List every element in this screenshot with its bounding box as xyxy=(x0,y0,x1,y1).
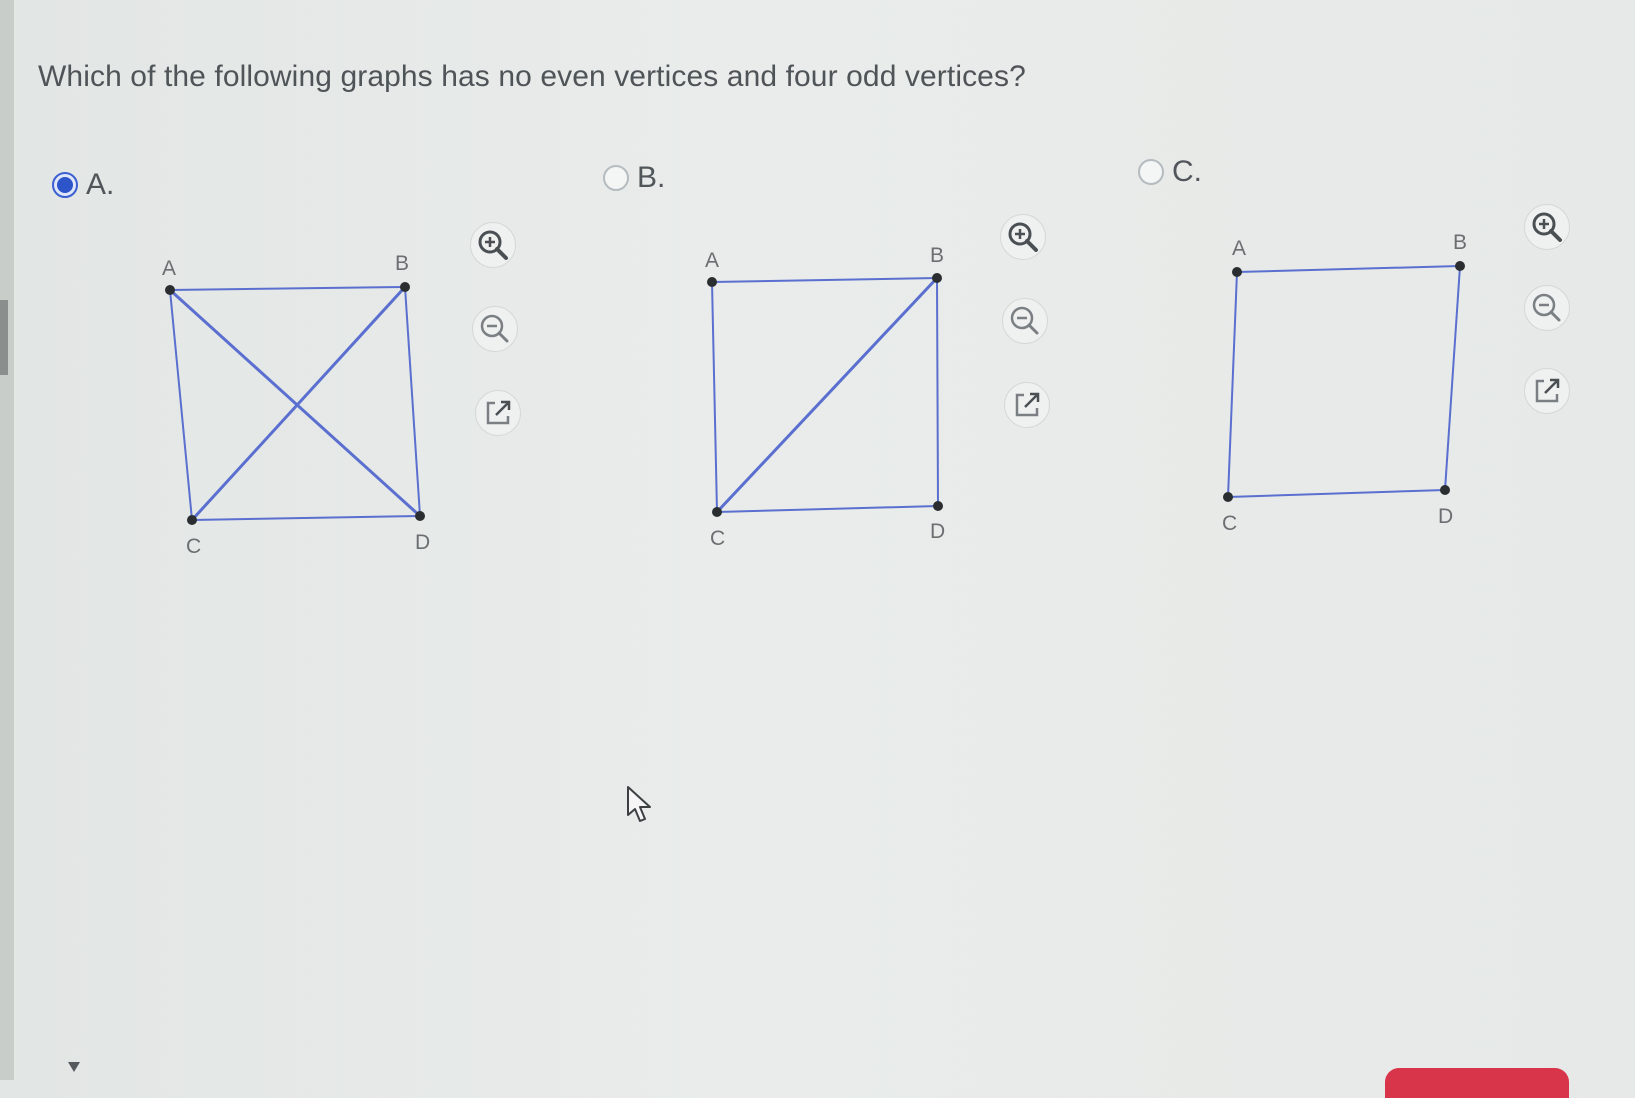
graph-a: A B C D xyxy=(150,245,440,560)
edge-c-d xyxy=(716,505,939,513)
vertex-label-b: B xyxy=(1453,231,1467,254)
vertex-a xyxy=(165,285,175,295)
option-c[interactable]: C. xyxy=(1138,155,1202,189)
zoom-in-icon[interactable] xyxy=(470,222,516,268)
vertex-a xyxy=(707,277,717,287)
edge-b-d xyxy=(936,277,939,507)
edge-a-c xyxy=(169,289,193,521)
vertex-label-d: D xyxy=(930,520,945,543)
radio-selected-dot xyxy=(57,177,73,193)
zoom-out-icon[interactable] xyxy=(1524,285,1570,331)
mouse-pointer-icon xyxy=(626,785,656,830)
zoom-in-icon[interactable] xyxy=(1000,214,1046,260)
edge-a-d xyxy=(168,288,422,518)
vertex-label-a: A xyxy=(162,257,176,280)
option-b-radio[interactable] xyxy=(603,165,629,191)
edge-a-b xyxy=(711,277,938,283)
vertex-d xyxy=(415,511,425,521)
option-b-label: B. xyxy=(637,161,666,194)
vertex-label-d: D xyxy=(1438,505,1453,528)
bottom-action-button[interactable] xyxy=(1385,1068,1569,1098)
left-panel-handle[interactable] xyxy=(0,300,8,375)
option-a-radio[interactable] xyxy=(52,172,78,198)
vertex-b xyxy=(400,282,410,292)
option-a-label: A. xyxy=(86,168,115,201)
vertex-label-c: C xyxy=(186,535,201,558)
vertex-d xyxy=(933,501,943,511)
vertex-label-c: C xyxy=(1222,512,1237,535)
edge-a-c xyxy=(1227,271,1238,498)
edge-b-d xyxy=(1444,265,1461,491)
option-a[interactable]: A. xyxy=(52,168,114,202)
edge-b-c xyxy=(190,285,407,522)
open-in-new-window-icon[interactable] xyxy=(475,390,521,436)
vertex-label-a: A xyxy=(705,249,719,272)
edge-b-c xyxy=(715,276,939,514)
graph-b: A B C D xyxy=(695,240,965,555)
edge-c-d xyxy=(191,515,421,521)
edge-b-d xyxy=(404,286,421,517)
vertex-label-d: D xyxy=(415,531,430,554)
vertex-d xyxy=(1440,485,1450,495)
vertex-label-a: A xyxy=(1232,237,1246,260)
vertex-label-c: C xyxy=(710,527,725,550)
edge-a-b xyxy=(169,286,406,291)
vertex-a xyxy=(1232,267,1242,277)
edge-c-d xyxy=(1227,489,1446,498)
option-c-radio[interactable] xyxy=(1138,159,1164,185)
vertex-b xyxy=(1455,261,1465,271)
vertex-b xyxy=(932,273,942,283)
vertex-c xyxy=(1223,492,1233,502)
question-text: Which of the following graphs has no eve… xyxy=(38,60,1026,93)
vertex-label-b: B xyxy=(930,244,944,267)
scroll-down-arrow-icon[interactable] xyxy=(68,1062,80,1072)
zoom-in-icon[interactable] xyxy=(1524,204,1570,250)
left-edge-panel xyxy=(0,0,14,1080)
graph-c: A B C D xyxy=(1220,231,1490,547)
zoom-out-icon[interactable] xyxy=(1002,298,1048,344)
open-in-new-window-icon[interactable] xyxy=(1524,368,1570,414)
option-b[interactable]: B. xyxy=(603,161,665,195)
edge-a-c xyxy=(711,281,718,513)
open-in-new-window-icon[interactable] xyxy=(1004,382,1050,428)
edge-a-b xyxy=(1236,265,1461,273)
option-c-label: C. xyxy=(1172,155,1202,188)
vertex-label-b: B xyxy=(395,252,409,275)
vertex-c xyxy=(187,515,197,525)
zoom-out-icon[interactable] xyxy=(472,306,518,352)
vertex-c xyxy=(712,507,722,517)
